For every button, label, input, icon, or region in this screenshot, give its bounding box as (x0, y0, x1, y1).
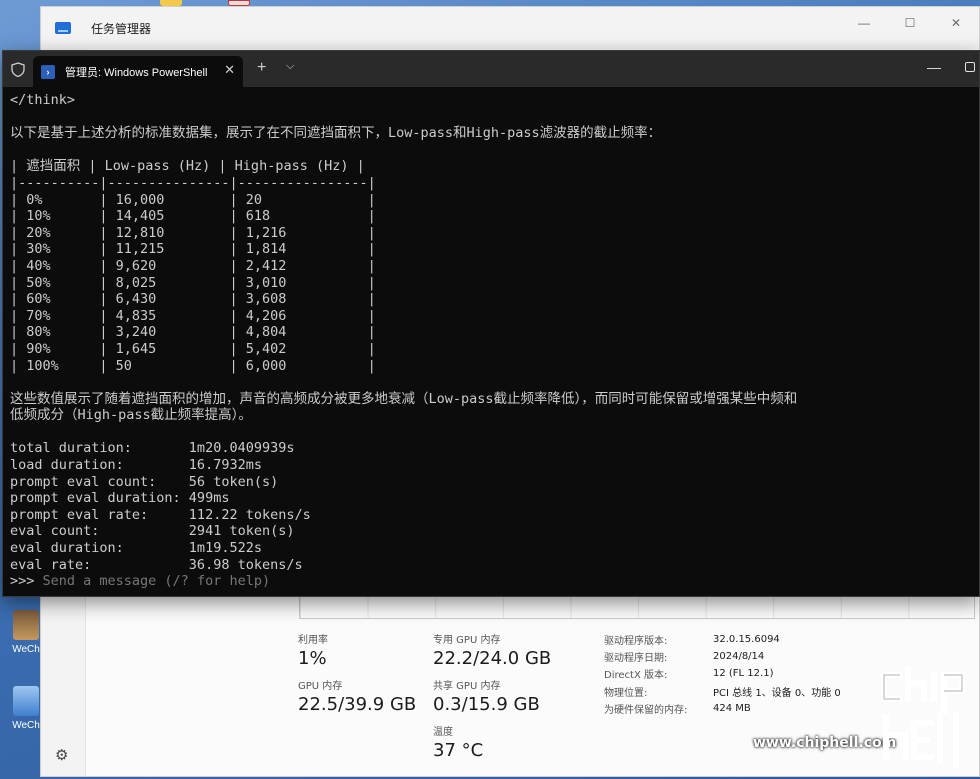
property-row: DirectX 版本: 12 (FL 12.1) (604, 665, 841, 682)
terminal-line: | 30% | 11,215 | 1,814 | (10, 241, 376, 258)
terminal-line: prompt eval duration: 499ms (10, 490, 230, 507)
shield-icon (11, 62, 25, 77)
temperature-stat: 温度 37 °C (433, 723, 483, 761)
terminal-line: prompt eval rate: 112.22 tokens/s (10, 506, 311, 523)
property-key: 驱动程序版本: (604, 636, 668, 648)
dedicated-gpu-memory-stat: 专用 GPU 内存 22.2/24.0 GB (433, 631, 551, 669)
desktop-icon-wechat-1[interactable]: WeCh (8, 610, 44, 655)
terminal-line: eval rate: 36.98 tokens/s (10, 556, 303, 573)
maximize-button[interactable] (965, 62, 975, 72)
terminal-line: | 50% | 8,025 | 3,010 | (10, 274, 376, 291)
terminal-line: | 0% | 16,000 | 20 | (10, 191, 376, 208)
terminal-line: | 80% | 3,240 | 4,804 | (10, 324, 376, 341)
stat-value: 37 °C (433, 740, 484, 761)
gpu-memory-stat: GPU 内存 22.5/39.9 GB (298, 677, 416, 715)
utilization-stat: 利用率 1% (298, 631, 328, 669)
terminal-line: eval duration: 1m19.522s (10, 540, 262, 557)
shared-gpu-memory-stat: 共享 GPU 内存 0.3/15.9 GB (433, 677, 540, 715)
watermark-site: www.chiphell.com (753, 735, 897, 751)
chiphell-logo (881, 666, 965, 768)
terminal-line: | 10% | 14,405 | 618 | (10, 208, 376, 225)
terminal-output[interactable]: </think> 以下是基于上述分析的标准数据集，展示了在不同遮挡面积下，Low-… (10, 92, 973, 592)
terminal-line: 这些数值展示了随着遮挡面积的增加，声音的高频成分被更多地衰减（Low-pass截… (10, 390, 798, 407)
minimize-button[interactable]: — (927, 59, 941, 75)
stat-label: 温度 (433, 727, 453, 738)
stat-value: 22.2/24.0 GB (433, 648, 552, 669)
chevron-down-icon[interactable]: ⌵ (286, 60, 294, 73)
terminal-line: eval count: 2941 token(s) (10, 523, 295, 540)
terminal-line: | 100% | 50 | 6,000 | (10, 357, 376, 374)
maximize-button[interactable]: ☐ (887, 7, 933, 39)
stat-label: 共享 GPU 内存 (433, 681, 501, 692)
property-key: 驱动程序日期: (604, 653, 668, 665)
property-key: 物理位置: (604, 687, 648, 699)
desktop-icon-label: WeCh (12, 720, 40, 731)
stat-value: 22.5/39.9 GB (298, 694, 417, 715)
desktop-icon-label: WeCh (12, 644, 40, 655)
terminal-line: 低频成分（High-pass截止频率提高）。 (10, 407, 252, 424)
prompt-marker: >>> (10, 573, 43, 590)
terminal-line: | 70% | 4,835 | 4,206 | (10, 307, 376, 324)
terminal-line: | 40% | 9,620 | 2,412 | (10, 257, 376, 274)
gpu-graph (299, 595, 975, 619)
installer-icon (13, 686, 39, 716)
prompt-placeholder: Send a message (/? for help) (42, 573, 271, 590)
terminal-line: </think> (10, 92, 76, 108)
desktop-icon-wechat-2[interactable]: WeCh (8, 686, 44, 731)
task-manager-titlebar[interactable]: 任务管理器 (41, 7, 979, 49)
close-tab-icon[interactable]: ✕ (224, 62, 235, 78)
property-key: DirectX 版本: (604, 670, 668, 682)
settings-gear-icon[interactable]: ⚙ (55, 746, 68, 764)
property-value: 12 (FL 12.1) (713, 668, 774, 680)
close-button[interactable]: ✕ (933, 7, 979, 39)
new-tab-button[interactable]: + (257, 59, 266, 77)
terminal-line: total duration: 1m20.0409939s (10, 440, 295, 457)
stat-label: 专用 GPU 内存 (433, 635, 501, 646)
terminal-line: prompt eval count: 56 token(s) (10, 473, 279, 490)
stat-label: 利用率 (298, 635, 328, 646)
powershell-icon: › (41, 64, 55, 79)
terminal-line: load duration: 16.7932ms (10, 457, 262, 474)
stat-value: 1% (298, 648, 327, 669)
property-value: PCI 总线 1、设备 0、功能 0 (713, 687, 841, 699)
property-value: 424 MB (713, 702, 751, 714)
powershell-window: › 管理员: Windows PowerShell ✕ + ⌵ — </thin… (2, 50, 980, 597)
terminal-line: | 60% | 6,430 | 3,608 | (10, 291, 376, 308)
task-manager-title: 任务管理器 (91, 21, 152, 36)
property-key: 为硬件保留的内存: (604, 704, 688, 716)
video-file-icon (13, 610, 39, 640)
stat-label: GPU 内存 (298, 681, 343, 692)
property-row: 物理位置: PCI 总线 1、设备 0、功能 0 (604, 683, 841, 700)
minimize-button[interactable]: — (841, 7, 887, 39)
task-manager-icon (55, 22, 71, 34)
terminal-line: |----------|---------------|------------… (10, 174, 376, 191)
gpu-properties: 驱动程序版本: 32.0.15.6094 驱动程序日期: 2024/8/14 D… (604, 631, 841, 717)
prompt-input-line[interactable]: >>> Send a message (/? for help) (10, 573, 973, 590)
terminal-line: | 20% | 12,810 | 1,216 | (10, 224, 376, 241)
property-row: 驱动程序版本: 32.0.15.6094 (604, 631, 841, 648)
property-row: 驱动程序日期: 2024/8/14 (604, 648, 841, 665)
terminal-titlebar[interactable]: › 管理员: Windows PowerShell ✕ + ⌵ — (3, 51, 979, 87)
tab-powershell[interactable]: › 管理员: Windows PowerShell ✕ (33, 56, 243, 87)
property-row: 为硬件保留的内存: 424 MB (604, 700, 841, 717)
terminal-line: | 遮挡面积 | Low-pass (Hz) | High-pass (Hz) … (10, 158, 365, 175)
terminal-line: 以下是基于上述分析的标准数据集，展示了在不同遮挡面积下，Low-pass和Hig… (10, 125, 662, 142)
property-value: 2024/8/14 (713, 651, 765, 663)
terminal-line: | 90% | 1,645 | 5,402 | (10, 340, 376, 357)
property-value: 32.0.15.6094 (713, 634, 780, 646)
tab-label: 管理员: Windows PowerShell (65, 66, 208, 79)
stat-value: 0.3/15.9 GB (433, 694, 540, 715)
